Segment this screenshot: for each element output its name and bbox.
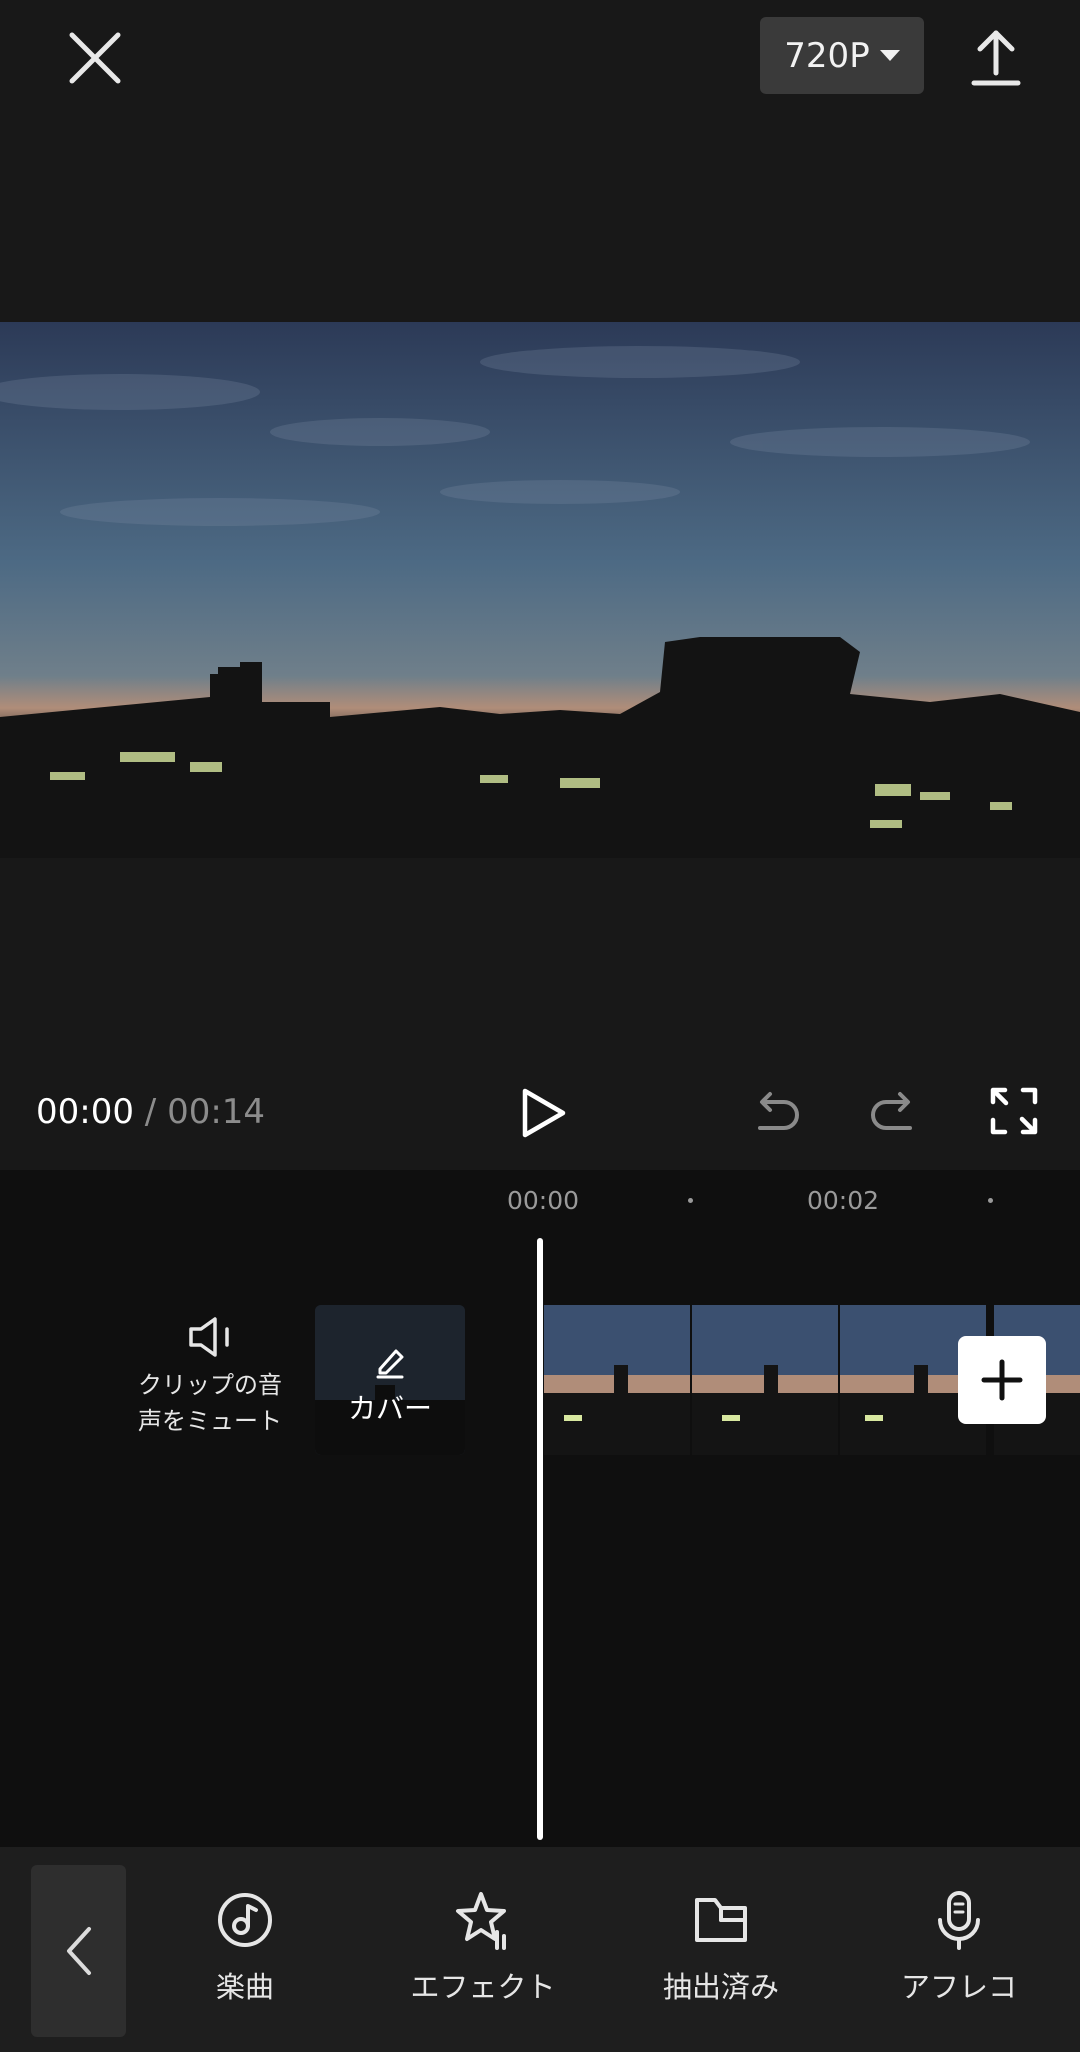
tool-voiceover-button[interactable]: アフレコ [874,1890,1044,2020]
tool-label: 楽曲 [215,1970,274,2004]
video-preview[interactable] [0,322,1080,858]
tool-extracted-button[interactable]: 抽出済み [636,1890,806,2020]
cover-label: カバー [347,1392,432,1425]
total-time: 00:14 [167,1092,266,1132]
tool-label: 抽出済み [662,1970,779,2004]
plus-icon [981,1359,1023,1401]
add-clip-button[interactable] [958,1336,1046,1424]
caret-down-icon [879,50,900,61]
resolution-dropdown[interactable]: 720P [760,17,924,94]
resolution-label: 720P [784,35,870,76]
chevron-left-icon [66,1927,91,1975]
music-note-icon [218,1893,272,1947]
tool-label: アフレコ [900,1970,1017,2004]
tool-effect-button[interactable]: エフェクト [398,1890,568,2020]
ruler-time-label: 00:02 [807,1186,880,1215]
top-bar: 720P [0,0,1080,115]
play-button[interactable] [515,1085,571,1141]
folder-icon [695,1898,747,1942]
redo-icon [871,1092,912,1130]
time-readout: 00:00 / 00:14 [36,1092,265,1132]
video-frame-image [0,322,1080,858]
current-time: 00:00 [36,1092,134,1132]
time-separator: / [144,1092,157,1132]
pencil-icon [376,1349,404,1379]
close-button[interactable] [62,25,128,91]
microphone-icon [938,1891,980,1950]
tool-label: エフェクト [410,1970,556,2004]
export-button[interactable] [968,25,1024,91]
export-upload-icon [971,30,1021,86]
mute-label: クリップの音 声をミュート [138,1371,282,1435]
redo-button[interactable] [868,1088,920,1138]
cover-edit-button[interactable]: カバー [315,1305,465,1455]
undo-icon [758,1092,799,1130]
clip-thumbnail [544,1305,690,1455]
clip-thumbnail [692,1305,838,1455]
cover-overlay [315,1305,465,1455]
ruler-tick [988,1198,993,1203]
mute-clip-audio-button[interactable]: クリップの音 声をミュート [130,1315,290,1455]
back-button[interactable] [31,1865,126,2037]
ruler-tick [688,1198,693,1203]
undo-button[interactable] [750,1088,802,1138]
ruler-time-label: 00:00 [507,1186,580,1215]
fullscreen-button[interactable] [990,1087,1038,1135]
star-effect-icon [456,1892,506,1950]
play-icon [522,1088,566,1138]
playhead[interactable] [537,1238,543,1840]
fullscreen-icon [990,1087,1038,1135]
speaker-icon [189,1317,229,1357]
close-icon [69,32,121,84]
tool-music-button[interactable]: 楽曲 [160,1890,330,2020]
video-preview-area [0,115,1080,1170]
